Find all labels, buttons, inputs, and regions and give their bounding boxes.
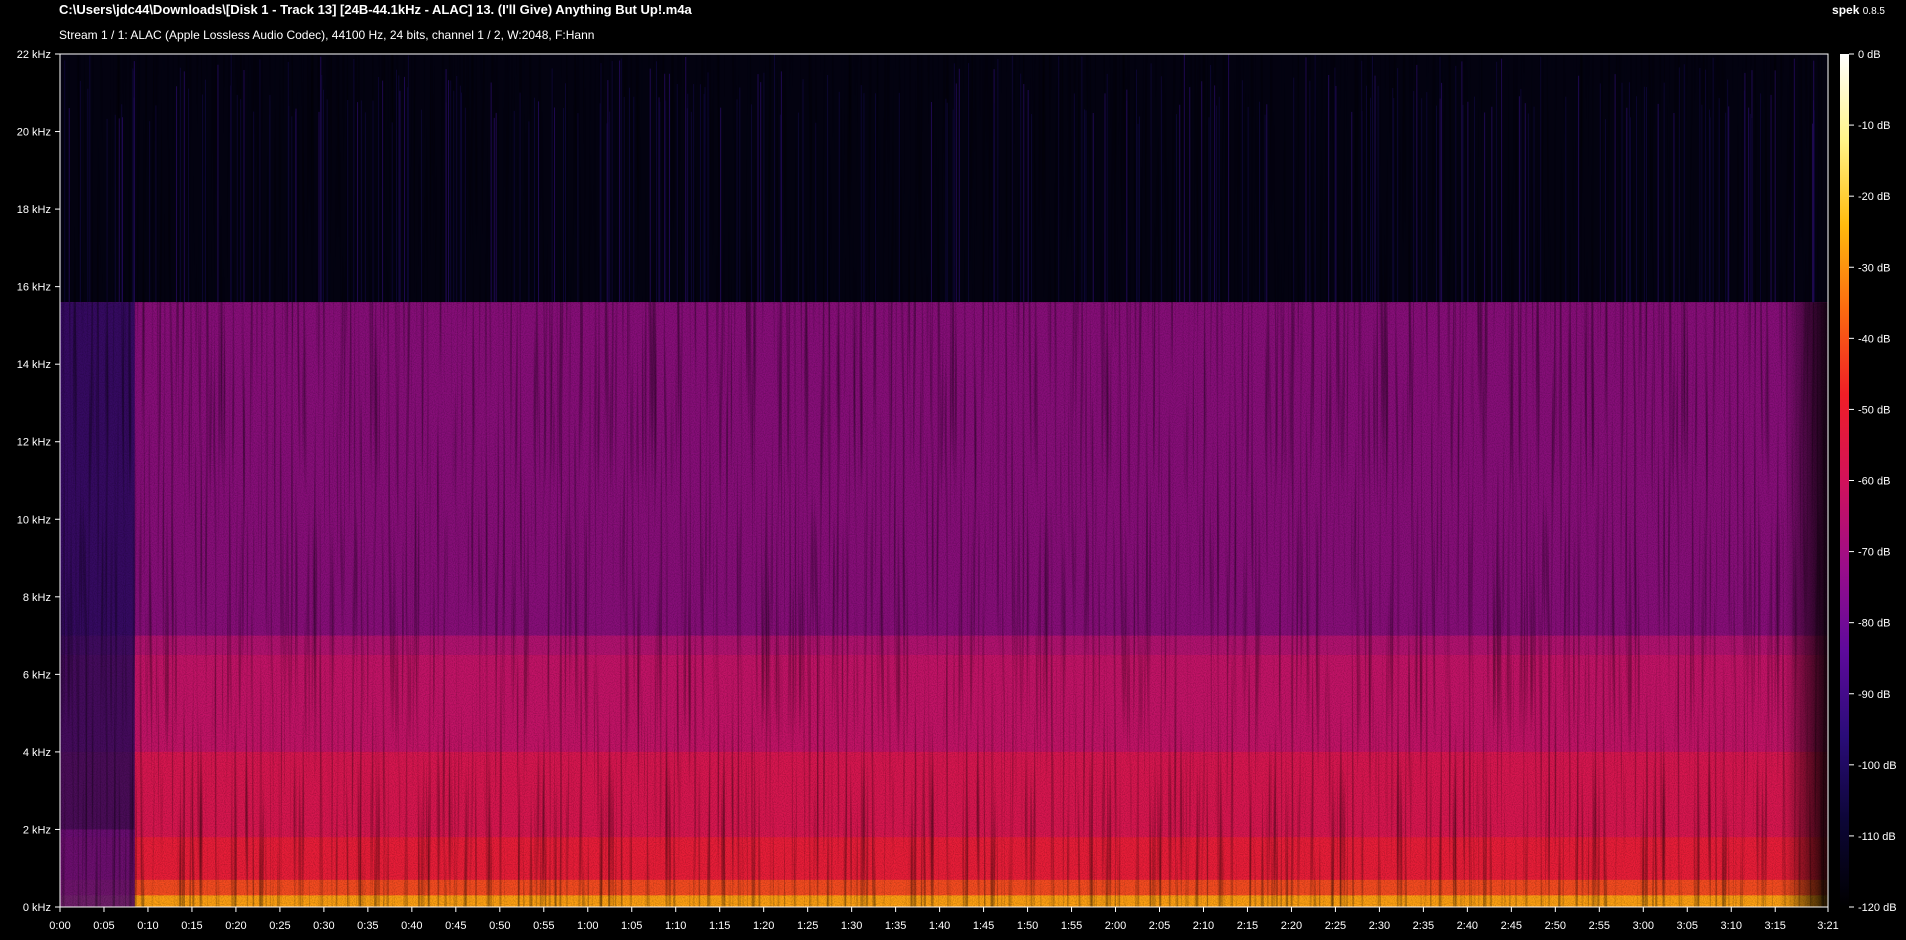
colorbar-gradient — [1840, 54, 1849, 907]
y-tick-label: 2 kHz — [23, 824, 51, 836]
x-tick-label: 3:05 — [1677, 920, 1698, 932]
x-tick-label: 2:30 — [1369, 920, 1390, 932]
x-tick-label: 0:25 — [269, 920, 290, 932]
x-tick-label: 2:15 — [1237, 920, 1258, 932]
y-tick-label: 14 kHz — [17, 359, 51, 371]
y-tick-label: 6 kHz — [23, 669, 51, 681]
colorbar-tick-label: -70 dB — [1858, 547, 1890, 559]
x-tick-label: 0:10 — [137, 920, 158, 932]
x-tick-label: 1:20 — [753, 920, 774, 932]
x-tick-label: 1:30 — [841, 920, 862, 932]
y-tick-label: 10 kHz — [17, 514, 51, 526]
colorbar-tick-label: -120 dB — [1858, 902, 1897, 914]
colorbar-tick-label: -60 dB — [1858, 476, 1890, 488]
x-tick-label: 0:00 — [49, 920, 70, 932]
colorbar-tick-label: -90 dB — [1858, 689, 1890, 701]
x-tick-label: 0:55 — [533, 920, 554, 932]
x-tick-label: 0:45 — [445, 920, 466, 932]
x-tick-label: 1:35 — [885, 920, 906, 932]
colorbar-tick-label: -40 dB — [1858, 333, 1890, 345]
x-tick-label: 1:40 — [929, 920, 950, 932]
x-tick-label: 3:10 — [1721, 920, 1742, 932]
x-tick-label: 2:40 — [1457, 920, 1478, 932]
colorbar-tick-label: 0 dB — [1858, 49, 1881, 61]
x-tick-label: 2:55 — [1589, 920, 1610, 932]
x-tick-label: 0:40 — [401, 920, 422, 932]
x-tick-label: 3:15 — [1765, 920, 1786, 932]
db-colorbar: 0 dB -10 dB -20 dB -30 dB -40 dB -50 dB -60 dB… — [1840, 49, 1897, 914]
y-tick-label: 16 kHz — [17, 282, 51, 294]
x-tick-label: 0:05 — [93, 920, 114, 932]
colorbar-tick-label: -30 dB — [1858, 262, 1890, 274]
x-tick-label: 2:10 — [1193, 920, 1214, 932]
colorbar-tick-label: -20 dB — [1858, 191, 1890, 203]
colorbar-tick-label: -10 dB — [1858, 120, 1890, 132]
x-tick-label: 0:50 — [489, 920, 510, 932]
y-tick-label: 18 kHz — [17, 204, 51, 216]
y-tick-label: 12 kHz — [17, 437, 51, 449]
x-tick-label: 1:45 — [973, 920, 994, 932]
y-tick-label: 20 kHz — [17, 127, 51, 139]
x-tick-label: 1:10 — [665, 920, 686, 932]
colorbar-tick-label: -100 dB — [1858, 760, 1897, 772]
x-tick-label: 2:45 — [1501, 920, 1522, 932]
x-tick-label: 3:21 — [1817, 920, 1838, 932]
x-tick-label: 2:25 — [1325, 920, 1346, 932]
x-tick-label: 1:05 — [621, 920, 642, 932]
colorbar-tick-label: -110 dB — [1858, 831, 1896, 843]
x-tick-label: 2:00 — [1105, 920, 1126, 932]
time-axis: 0:00 0:05 0:10 0:15 0:20 0:25 0:30 0:35 0:40 0:45… — [49, 907, 1839, 932]
x-tick-label: 2:50 — [1545, 920, 1566, 932]
x-tick-label: 2:05 — [1149, 920, 1170, 932]
spectrogram-plot — [59, 53, 1829, 908]
x-tick-label: 1:00 — [577, 920, 598, 932]
x-tick-label: 0:20 — [225, 920, 246, 932]
colorbar-tick-label: -80 dB — [1858, 618, 1890, 630]
colorbar-tick-label: -50 dB — [1858, 404, 1890, 416]
x-tick-label: 1:15 — [709, 920, 730, 932]
y-tick-label: 0 kHz — [23, 902, 51, 914]
spectrogram-chart: 0:00 0:05 0:10 0:15 0:20 0:25 0:30 0:35 0:40 0:45… — [17, 49, 1897, 932]
x-tick-label: 0:15 — [181, 920, 202, 932]
x-tick-label: 0:35 — [357, 920, 378, 932]
x-tick-label: 1:55 — [1061, 920, 1082, 932]
x-tick-label: 1:50 — [1017, 920, 1038, 932]
x-tick-label: 2:35 — [1413, 920, 1434, 932]
y-tick-label: 8 kHz — [23, 592, 51, 604]
y-tick-label: 4 kHz — [23, 747, 51, 759]
frequency-axis: 0 kHz 2 kHz 4 kHz 6 kHz 8 kHz 10 kHz 12 kHz 14 … — [17, 49, 60, 914]
y-tick-label: 22 kHz — [17, 49, 51, 61]
x-tick-label: 1:25 — [797, 920, 818, 932]
x-tick-label: 2:20 — [1281, 920, 1302, 932]
x-tick-label: 3:00 — [1633, 920, 1654, 932]
x-tick-label: 0:30 — [313, 920, 334, 932]
